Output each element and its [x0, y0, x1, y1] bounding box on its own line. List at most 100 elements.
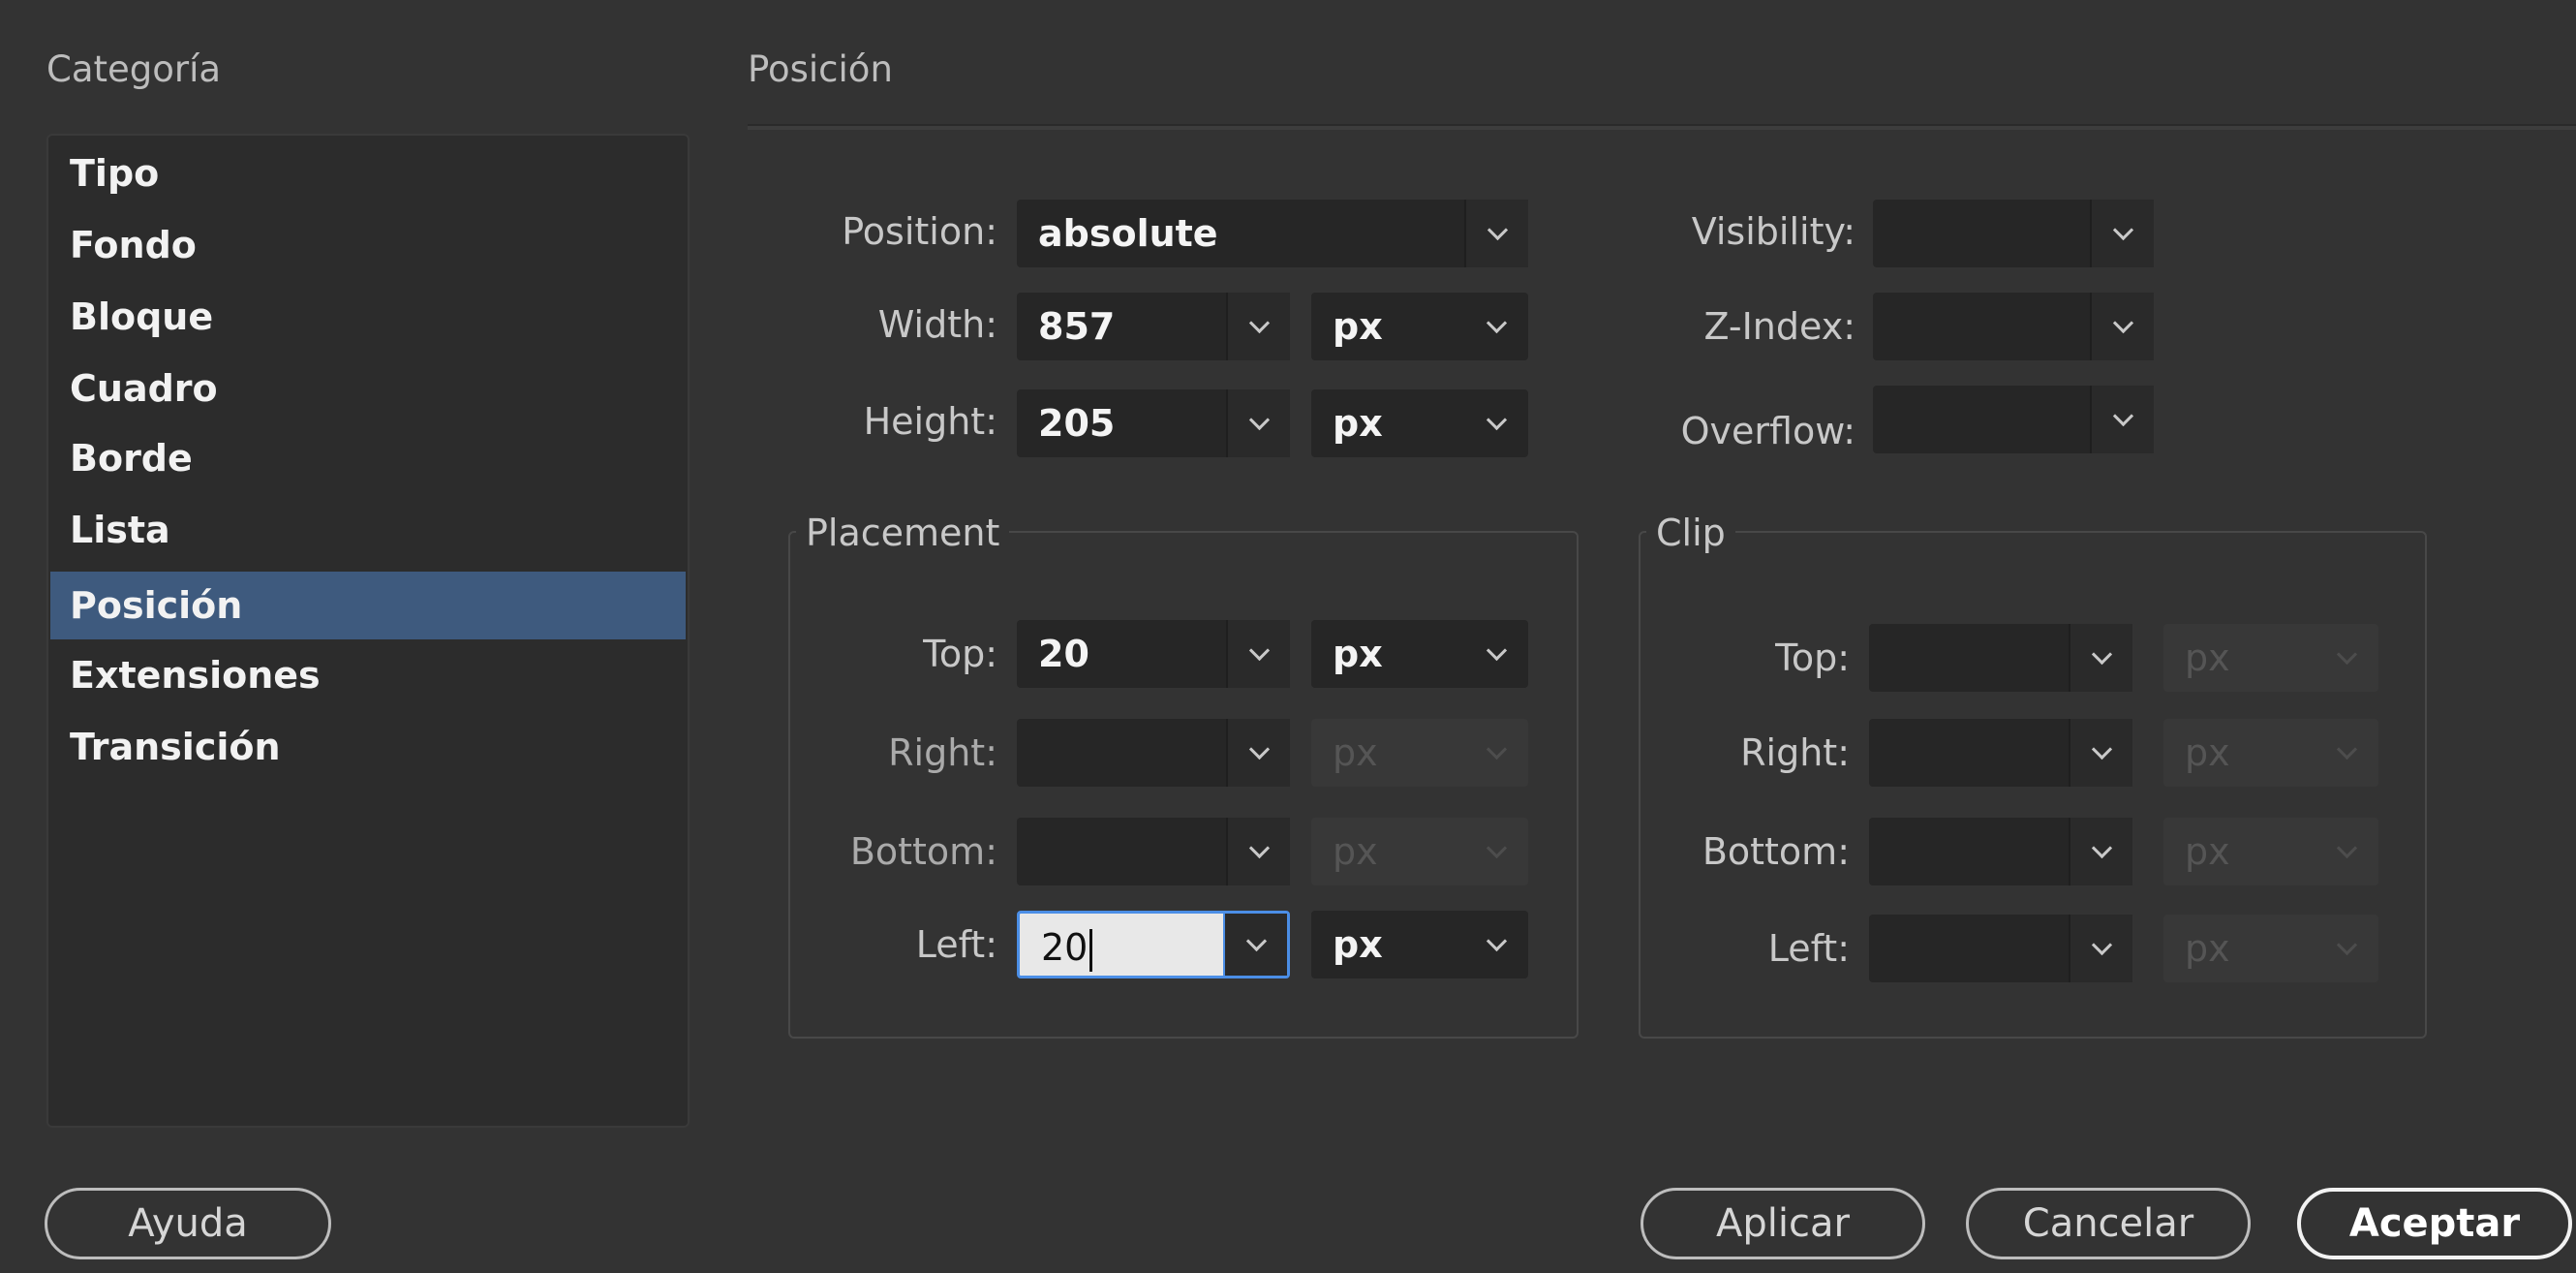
height-combo[interactable]: 205 [1017, 389, 1290, 457]
clip-top-dropdown-button[interactable] [2069, 624, 2132, 692]
placement-right-unit-dropdown-button [1464, 719, 1528, 787]
sidebar-item-cuadro[interactable]: Cuadro [50, 355, 686, 422]
chevron-down-icon [2112, 312, 2133, 333]
chevron-down-icon [2091, 934, 2112, 955]
placement-top-unit-value: px [1333, 633, 1383, 675]
width-unit-value: px [1333, 305, 1383, 348]
placement-top-combo[interactable]: 20 [1017, 620, 1290, 688]
chevron-down-icon [1248, 409, 1270, 430]
placement-left-unit-value: px [1333, 923, 1383, 966]
cancel-button[interactable]: Cancelar [1966, 1188, 2251, 1259]
placement-right-combo[interactable] [1017, 719, 1290, 787]
visibility-select[interactable] [1873, 200, 2154, 267]
sidebar-item-borde[interactable]: Borde [50, 424, 686, 492]
height-value[interactable]: 205 [1017, 389, 1226, 457]
height-unit-select[interactable]: px [1311, 389, 1528, 457]
sidebar-item-fondo[interactable]: Fondo [50, 211, 686, 279]
clip-left-dropdown-button[interactable] [2069, 915, 2132, 982]
chevron-down-icon [2336, 934, 2357, 955]
clip-right-unit-select: px [2163, 719, 2378, 787]
help-button[interactable]: Ayuda [45, 1188, 331, 1259]
placement-left-unit-select[interactable]: px [1311, 911, 1528, 978]
ok-button[interactable]: Aceptar [2297, 1188, 2572, 1259]
height-label: Height: [863, 400, 997, 443]
chevron-down-icon [2112, 405, 2133, 426]
clip-top-value[interactable] [1869, 624, 2069, 692]
placement-bottom-combo[interactable] [1017, 818, 1290, 885]
chevron-down-icon [1486, 837, 1507, 858]
clip-right-value[interactable] [1869, 719, 2069, 787]
category-list[interactable]: Tipo Fondo Bloque Cuadro Borde Lista Pos… [46, 134, 690, 1128]
chevron-down-icon [1248, 738, 1270, 760]
overflow-select[interactable] [1873, 386, 2154, 453]
chevron-down-icon [1248, 312, 1270, 333]
sidebar-item-transicion[interactable]: Transición [50, 713, 686, 781]
visibility-label: Visibility: [1691, 210, 1855, 253]
clip-bottom-value[interactable] [1869, 818, 2069, 885]
width-unit-select[interactable]: px [1311, 293, 1528, 360]
clip-bottom-combo[interactable] [1869, 818, 2132, 885]
sidebar-item-tipo[interactable]: Tipo [50, 140, 686, 207]
height-unit-dropdown-button[interactable] [1464, 389, 1528, 457]
placement-title: Placement [796, 512, 1010, 554]
chevron-down-icon [2091, 643, 2112, 665]
clip-top-combo[interactable] [1869, 624, 2132, 692]
placement-bottom-dropdown-button[interactable] [1226, 818, 1290, 885]
zindex-dropdown-button[interactable] [2090, 293, 2154, 360]
clip-left-combo[interactable] [1869, 915, 2132, 982]
position-select[interactable]: absolute [1017, 200, 1528, 267]
placement-bottom-unit-dropdown-button [1464, 818, 1528, 885]
zindex-combo[interactable] [1873, 293, 2154, 360]
clip-right-unit-dropdown-button [2315, 719, 2378, 787]
section-divider [748, 124, 2576, 130]
placement-right-label: Right: [888, 731, 997, 774]
placement-right-unit-select: px [1311, 719, 1528, 787]
chevron-down-icon [2091, 837, 2112, 858]
placement-left-unit-dropdown-button[interactable] [1464, 911, 1528, 978]
clip-right-dropdown-button[interactable] [2069, 719, 2132, 787]
height-dropdown-button[interactable] [1226, 389, 1290, 457]
placement-left-dropdown-button[interactable] [1223, 914, 1287, 976]
clip-bottom-dropdown-button[interactable] [2069, 818, 2132, 885]
section-title: Posición [748, 48, 893, 90]
width-value[interactable]: 857 [1017, 293, 1226, 360]
placement-bottom-value[interactable] [1017, 818, 1226, 885]
sidebar-item-lista[interactable]: Lista [50, 496, 686, 564]
clip-top-unit-value: px [2185, 636, 2230, 679]
sidebar-item-posicion[interactable]: Posición [50, 572, 686, 639]
chevron-down-icon [2336, 738, 2357, 760]
placement-top-unit-dropdown-button[interactable] [1464, 620, 1528, 688]
text-caret [1089, 928, 1093, 972]
chevron-down-icon [2336, 837, 2357, 858]
zindex-label: Z-Index: [1703, 305, 1856, 348]
placement-left-input[interactable]: 20 [1020, 914, 1223, 976]
position-dropdown-button[interactable] [1464, 200, 1528, 267]
placement-top-label: Top: [923, 633, 997, 675]
placement-top-value[interactable]: 20 [1017, 620, 1226, 688]
visibility-dropdown-button[interactable] [2090, 200, 2154, 267]
height-unit-value: px [1333, 402, 1383, 445]
overflow-dropdown-button[interactable] [2090, 386, 2154, 453]
clip-left-unit-select: px [2163, 915, 2378, 982]
width-combo[interactable]: 857 [1017, 293, 1290, 360]
sidebar-item-extensiones[interactable]: Extensiones [50, 641, 686, 709]
overflow-value [1873, 386, 2090, 453]
clip-bottom-unit-select: px [2163, 818, 2378, 885]
sidebar-item-bloque[interactable]: Bloque [50, 283, 686, 351]
chevron-down-icon [2112, 219, 2133, 240]
apply-button[interactable]: Aplicar [1641, 1188, 1925, 1259]
placement-bottom-label: Bottom: [849, 830, 997, 873]
clip-right-combo[interactable] [1869, 719, 2132, 787]
zindex-value[interactable] [1873, 293, 2090, 360]
placement-right-value[interactable] [1017, 719, 1226, 787]
width-unit-dropdown-button[interactable] [1464, 293, 1528, 360]
width-dropdown-button[interactable] [1226, 293, 1290, 360]
placement-right-dropdown-button[interactable] [1226, 719, 1290, 787]
position-label: Position: [842, 210, 997, 253]
chevron-down-icon [1245, 930, 1267, 951]
placement-left-combo[interactable]: 20 [1017, 911, 1290, 978]
clip-left-value[interactable] [1869, 915, 2069, 982]
chevron-down-icon [1486, 312, 1507, 333]
placement-top-dropdown-button[interactable] [1226, 620, 1290, 688]
placement-top-unit-select[interactable]: px [1311, 620, 1528, 688]
